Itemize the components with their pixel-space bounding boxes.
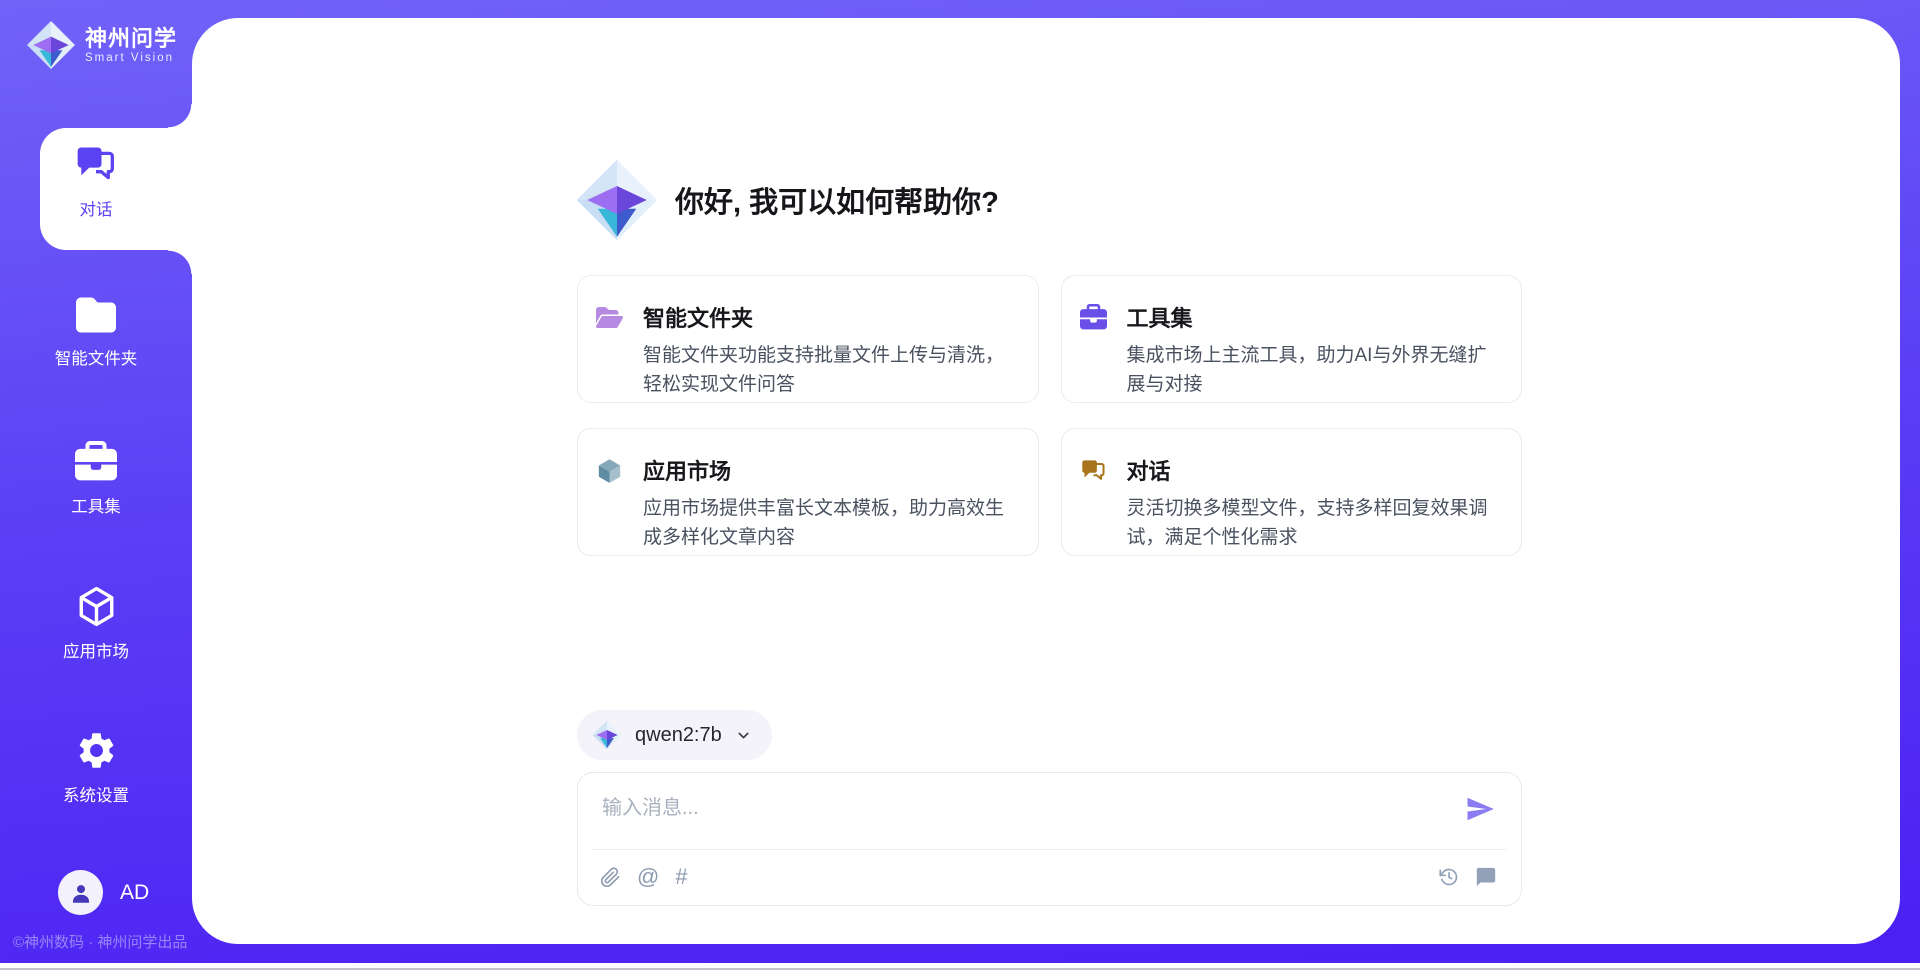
send-icon bbox=[1465, 794, 1495, 824]
card-app-market[interactable]: 应用市场 应用市场提供丰富长文本模板，助力高效生成多样化文章内容 bbox=[577, 428, 1039, 556]
card-chat[interactable]: 对话 灵活切换多模型文件，支持多样回复效果调试，满足个性化需求 bbox=[1061, 428, 1523, 556]
sidebar-item-label: 系统设置 bbox=[63, 782, 129, 806]
attach-file-button[interactable] bbox=[600, 867, 621, 888]
mention-button[interactable]: @ bbox=[637, 864, 659, 890]
sidebar-item-app-market[interactable]: 应用市场 bbox=[0, 585, 192, 662]
card-description: 应用市场提供丰富长文本模板，助力高效生成多样化文章内容 bbox=[643, 494, 1014, 552]
sidebar-item-label: 应用市场 bbox=[63, 638, 129, 662]
message-composer: @ # bbox=[577, 772, 1522, 906]
horizontal-scrollbar[interactable] bbox=[0, 963, 1920, 970]
message-input[interactable] bbox=[602, 787, 1422, 829]
brand-subtitle: Smart Vision bbox=[85, 52, 177, 64]
sidebar-item-settings[interactable]: 系统设置 bbox=[0, 729, 192, 806]
folder-icon bbox=[76, 295, 116, 335]
chat-bubbles-icon bbox=[1080, 457, 1107, 484]
greeting-text: 你好, 我可以如何帮助你? bbox=[675, 179, 999, 221]
sidebar: 神州问学 Smart Vision 对话 智能文件夹 工具集 应用市场 系统设置… bbox=[0, 0, 192, 970]
user-name: AD bbox=[120, 881, 149, 905]
avatar[interactable] bbox=[58, 870, 103, 915]
active-nav-fillet-top bbox=[168, 104, 192, 128]
sidebar-item-label: 智能文件夹 bbox=[55, 345, 138, 369]
person-icon bbox=[68, 880, 94, 906]
folder-open-icon bbox=[596, 304, 623, 331]
paperclip-icon bbox=[600, 867, 621, 888]
model-logo-icon bbox=[592, 720, 622, 750]
conversation-button[interactable] bbox=[1475, 866, 1497, 888]
history-icon bbox=[1439, 867, 1459, 887]
brand-name: 神州问学 bbox=[85, 26, 177, 52]
toolbox-icon bbox=[75, 441, 117, 483]
hero-logo-icon bbox=[575, 158, 659, 242]
card-title: 应用市场 bbox=[643, 454, 731, 486]
history-button[interactable] bbox=[1439, 867, 1459, 887]
active-nav-fillet-bottom bbox=[168, 250, 192, 274]
brand: 神州问学 Smart Vision bbox=[26, 20, 177, 70]
cube-icon bbox=[75, 585, 118, 628]
feature-cards: 智能文件夹 智能文件夹功能支持批量文件上传与清洗，轻松实现文件问答 工具集 集成… bbox=[577, 275, 1522, 556]
copyright-footer: ©神州数码 · 神州问学出品 bbox=[13, 931, 187, 952]
chevron-down-icon bbox=[735, 727, 752, 744]
chat-icon bbox=[74, 142, 118, 186]
card-title: 智能文件夹 bbox=[643, 301, 753, 333]
cube-icon bbox=[596, 457, 623, 484]
card-description: 集成市场上主流工具，助力AI与外界无缝扩展与对接 bbox=[1127, 341, 1498, 399]
composer-tools: @ # bbox=[600, 849, 688, 905]
sidebar-item-smart-folder[interactable]: 智能文件夹 bbox=[0, 295, 192, 369]
toolbox-icon bbox=[1080, 304, 1107, 331]
sidebar-item-chat[interactable]: 对话 bbox=[0, 142, 192, 220]
composer-divider bbox=[592, 849, 1507, 850]
greeting-row: 你好, 我可以如何帮助你? bbox=[575, 158, 999, 242]
sidebar-item-label: 对话 bbox=[80, 196, 113, 220]
card-smart-folder[interactable]: 智能文件夹 智能文件夹功能支持批量文件上传与清洗，轻松实现文件问答 bbox=[577, 275, 1039, 403]
topic-button[interactable]: # bbox=[675, 864, 687, 890]
brand-logo-icon bbox=[26, 20, 76, 70]
card-title: 工具集 bbox=[1127, 301, 1193, 333]
card-toolset[interactable]: 工具集 集成市场上主流工具，助力AI与外界无缝扩展与对接 bbox=[1061, 275, 1523, 403]
card-description: 灵活切换多模型文件，支持多样回复效果调试，满足个性化需求 bbox=[1127, 494, 1498, 552]
chat-bubble-icon bbox=[1475, 866, 1497, 888]
send-button[interactable] bbox=[1464, 794, 1496, 826]
sidebar-item-toolset[interactable]: 工具集 bbox=[0, 441, 192, 517]
user-account[interactable]: AD bbox=[58, 870, 149, 915]
card-description: 智能文件夹功能支持批量文件上传与清洗，轻松实现文件问答 bbox=[643, 341, 1014, 399]
composer-right-tools bbox=[1439, 849, 1497, 905]
sidebar-item-label: 工具集 bbox=[71, 493, 121, 517]
gear-icon bbox=[75, 729, 118, 772]
model-name: qwen2:7b bbox=[635, 724, 722, 747]
model-selector[interactable]: qwen2:7b bbox=[577, 710, 772, 760]
card-title: 对话 bbox=[1127, 454, 1171, 486]
